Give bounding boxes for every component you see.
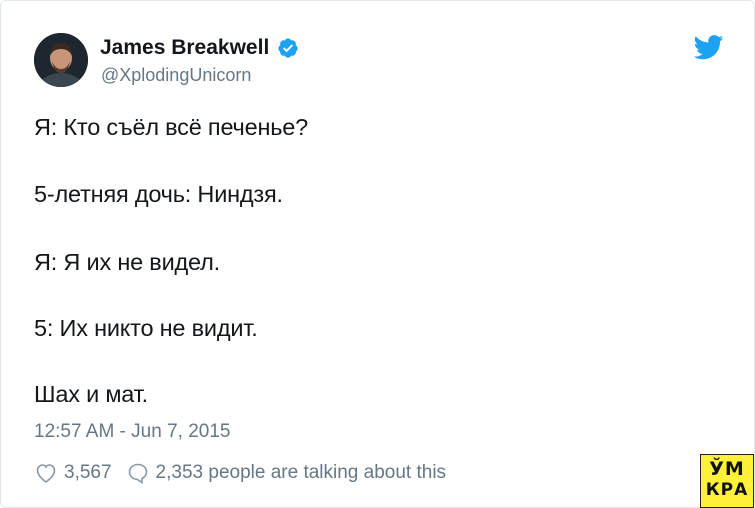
talking-count[interactable]: 2,353 people are talking about this <box>156 462 447 484</box>
watermark-line-2: КРА <box>705 480 749 500</box>
tweet-line: 5-летняя дочь: Ниндзя. <box>34 181 283 207</box>
tweet-line: Я: Кто съёл всё печенье? <box>34 114 309 140</box>
author-handle[interactable]: @XplodingUnicorn <box>101 65 251 86</box>
tweet-line: Я: Я их не видел. <box>34 249 220 275</box>
tweet-line: 5: Их никто не видит. <box>34 315 258 341</box>
like-count[interactable]: 3,567 <box>64 462 112 484</box>
watermark-logo: ЎМ КРА <box>700 454 754 508</box>
tweet-timestamp[interactable]: 12:57 AM - Jun 7, 2015 <box>34 421 230 443</box>
tweet-card: James Breakwell @XplodingUnicorn Я: Кто … <box>0 0 755 508</box>
tweet-line: Шах и мат. <box>34 381 148 407</box>
author-name[interactable]: James Breakwell <box>100 36 269 60</box>
watermark-line-1: ЎМ <box>709 458 745 480</box>
author-name-row[interactable]: James Breakwell <box>100 36 299 60</box>
avatar[interactable] <box>34 33 88 87</box>
twitter-bird-icon[interactable] <box>694 35 724 60</box>
heart-icon[interactable] <box>34 461 58 485</box>
engagement-bar: 3,567 2,353 people are talking about thi… <box>34 461 446 485</box>
verified-badge-icon <box>278 38 298 58</box>
avatar-photo <box>34 33 88 87</box>
speech-bubble-icon[interactable] <box>126 461 150 485</box>
